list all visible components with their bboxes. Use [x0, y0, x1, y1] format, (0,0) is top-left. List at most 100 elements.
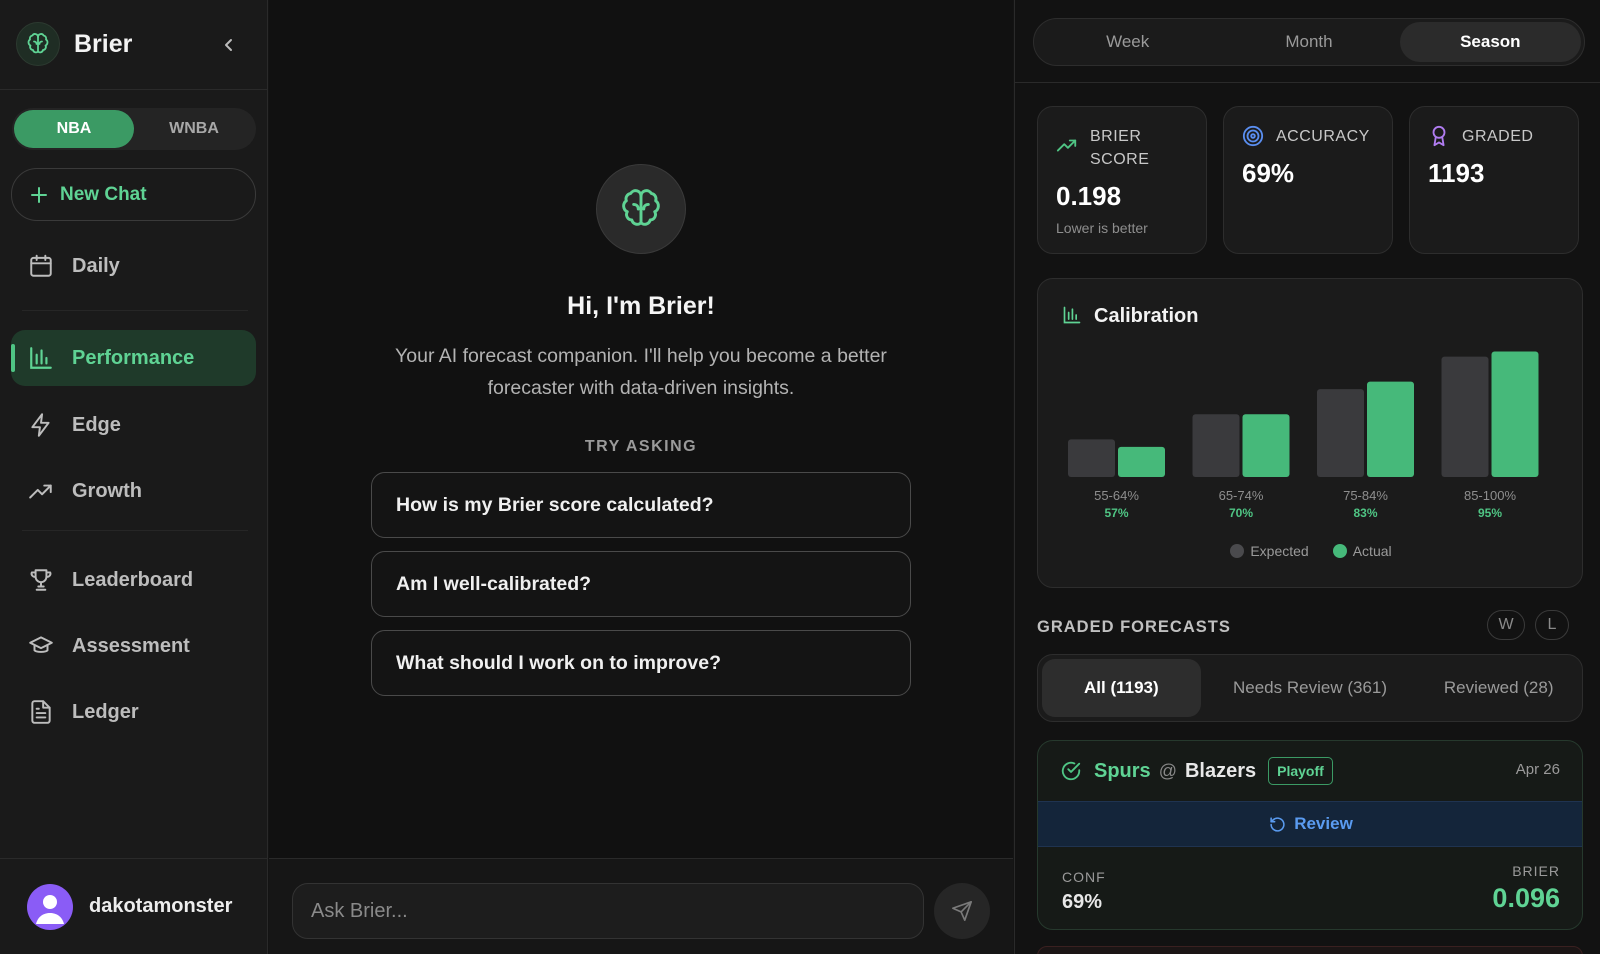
- sidebar-item-label: Daily: [72, 254, 120, 277]
- league-toggle: NBA WNBA: [12, 108, 256, 150]
- actual-bar-1: [1118, 446, 1165, 477]
- trophy-icon: [30, 569, 52, 591]
- team-away: Blazers: [1184, 759, 1257, 782]
- suggestion-button[interactable]: What should I work on to improve?: [371, 630, 911, 696]
- playoff-badge: Playoff: [1268, 757, 1333, 785]
- actual-value-label: 83%: [1353, 506, 1377, 520]
- divider: [0, 89, 268, 90]
- filter-wins-button[interactable]: W: [1487, 610, 1525, 640]
- username: dakotamonster: [89, 895, 233, 917]
- expected-bar-1: [1068, 439, 1115, 477]
- composer: [269, 858, 1013, 954]
- send-button[interactable]: [934, 883, 990, 939]
- app-name: Brier: [74, 29, 133, 58]
- try-asking-label: TRY ASKING: [584, 438, 698, 455]
- legend-actual: Actual: [1332, 543, 1392, 559]
- sidebar-item-assessment[interactable]: Assessment: [11, 618, 256, 674]
- stat-card-graded: GRADED 1193: [1409, 106, 1579, 254]
- league-wnba[interactable]: WNBA: [134, 110, 254, 148]
- sidebar-item-ledger[interactable]: Ledger: [11, 684, 256, 740]
- sidebar-item-label: Performance: [72, 346, 195, 369]
- actual-bar-4: [1491, 351, 1539, 477]
- tab-all[interactable]: All (1193): [1042, 659, 1201, 717]
- stat-note: Lower is better: [1056, 220, 1148, 236]
- legend-expected: Expected: [1230, 543, 1309, 559]
- tab-needs-review[interactable]: Needs Review (361): [1201, 659, 1420, 717]
- trending-up-icon: [29, 484, 52, 499]
- forecast-date: Apr 26: [1515, 761, 1560, 778]
- sidebar-item-leaderboard[interactable]: Leaderboard: [11, 552, 256, 608]
- review-button[interactable]: Review: [1038, 801, 1582, 847]
- user-icon: [36, 894, 64, 924]
- sidebar-item-label: Edge: [72, 413, 121, 436]
- sidebar-item-growth[interactable]: Growth: [11, 463, 256, 519]
- conf-value: 69%: [1062, 891, 1103, 913]
- forecast-card[interactable]: Spurs @ Blazers Playoff Apr 26 Review CO…: [1037, 740, 1583, 930]
- legend-label: Actual: [1352, 543, 1392, 559]
- legend-label: Expected: [1250, 543, 1309, 559]
- performance-panel: Week Month Season BRIER SCORE 0.198 Lowe…: [1014, 0, 1600, 954]
- actual-value-label: 57%: [1104, 506, 1128, 520]
- legend-swatch: [1230, 544, 1245, 558]
- avatar: [27, 883, 73, 930]
- chart-legend: Expected Actual: [1038, 543, 1584, 559]
- suggestion-button[interactable]: How is my Brier score calculated?: [371, 472, 911, 538]
- period-toggle: Week Month Season: [1033, 18, 1585, 66]
- sidebar-item-edge[interactable]: Edge: [11, 397, 256, 453]
- brain-icon: [16, 22, 60, 66]
- lightning-icon: [31, 413, 50, 437]
- user-profile[interactable]: dakotamonster: [0, 858, 268, 954]
- actual-bar-2: [1242, 414, 1290, 477]
- forecast-card[interactable]: [1037, 946, 1583, 954]
- forecast-filter-tabs: All (1193) Needs Review (361) Reviewed (…: [1037, 654, 1583, 722]
- filter-losses-button[interactable]: L: [1535, 610, 1569, 640]
- actual-value-label: 95%: [1478, 506, 1502, 520]
- sidebar-item-label: Assessment: [72, 634, 190, 657]
- plus-icon: [31, 186, 47, 203]
- suggestion-button[interactable]: Am I well-calibrated?: [371, 551, 911, 617]
- calibration-card: Calibration 55-64% 57% 65-74% 70% 75-84% 83% 8…: [1037, 278, 1583, 588]
- brier-value: 0.096: [1492, 883, 1560, 913]
- review-label: Review: [1294, 814, 1353, 833]
- brain-icon: [596, 164, 686, 254]
- brier-label: BRIER: [1512, 863, 1560, 879]
- category-label: 65-74%: [1219, 488, 1264, 503]
- send-icon: [952, 901, 972, 921]
- category-label: 85-100%: [1464, 488, 1516, 503]
- expected-bar-4: [1441, 356, 1489, 477]
- refresh-icon: [1270, 816, 1285, 832]
- category-label: 75-84%: [1343, 488, 1388, 503]
- brand: Brier: [16, 22, 132, 66]
- period-month[interactable]: Month: [1218, 22, 1399, 62]
- stat-value: 0.198: [1056, 181, 1122, 211]
- chat-panel: Hi, I'm Brier! Your AI forecast companio…: [269, 0, 1013, 954]
- graded-forecasts-label: GRADED FORECASTS: [1037, 618, 1231, 636]
- divider: [1015, 82, 1600, 83]
- sidebar-item-label: Growth: [72, 479, 142, 502]
- period-season[interactable]: Season: [1399, 22, 1581, 62]
- check-circle-icon: [1061, 761, 1081, 781]
- sidebar-item-performance[interactable]: Performance: [11, 330, 256, 386]
- sidebar: Brier NBA WNBA New Chat Daily Performanc…: [0, 0, 268, 954]
- stat-label: ACCURACY: [1276, 128, 1370, 145]
- stat-value: 1193: [1428, 158, 1485, 188]
- expected-bar-3: [1317, 389, 1364, 477]
- chat-input[interactable]: [292, 883, 924, 939]
- new-chat-button[interactable]: New Chat: [11, 168, 256, 221]
- team-home: Spurs: [1094, 759, 1151, 782]
- collapse-sidebar-button[interactable]: [218, 34, 240, 56]
- forecast-header: Spurs @ Blazers Playoff: [1038, 741, 1582, 801]
- graduation-cap-icon: [29, 636, 53, 653]
- actual-value-label: 70%: [1229, 506, 1253, 520]
- sidebar-item-daily[interactable]: Daily: [11, 238, 256, 294]
- period-week[interactable]: Week: [1037, 22, 1218, 62]
- target-icon: [1242, 125, 1264, 147]
- tab-reviewed[interactable]: Reviewed (28): [1419, 659, 1578, 717]
- league-nba[interactable]: NBA: [14, 110, 134, 148]
- sidebar-item-label: Leaderboard: [72, 568, 194, 591]
- category-label: 55-64%: [1094, 488, 1139, 503]
- conf-label: CONF: [1062, 869, 1106, 885]
- at-symbol: @: [1158, 760, 1177, 781]
- document-icon: [31, 700, 51, 724]
- stat-value: 69%: [1242, 158, 1295, 188]
